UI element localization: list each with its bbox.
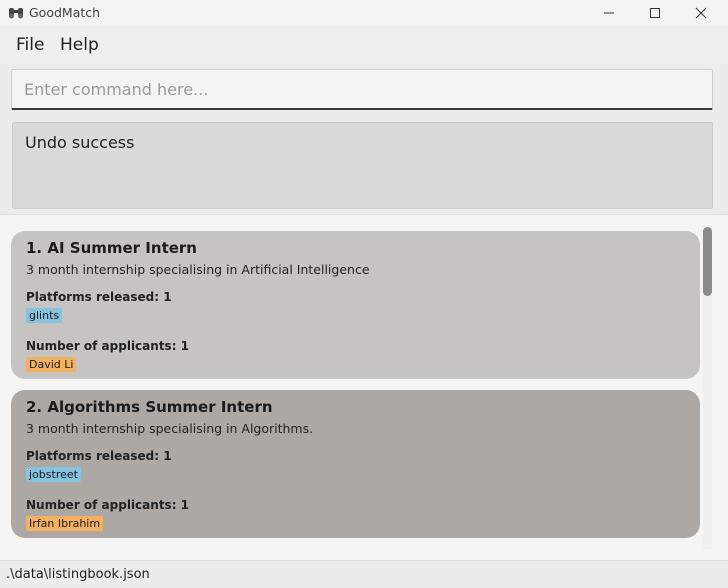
binoculars-icon: [8, 5, 24, 21]
applicants-label: Number of applicants: 1: [26, 498, 190, 512]
maximize-icon: [649, 4, 661, 23]
platforms-label: Platforms released: 1: [26, 449, 172, 463]
listing-card[interactable]: 2. Algorithms Summer Intern 3 month inte…: [11, 390, 700, 538]
scrollbar-thumb[interactable]: [703, 227, 712, 296]
applicants-label: Number of applicants: 1: [26, 339, 190, 353]
listing-card[interactable]: 1. AI Summer Intern 3 month internship s…: [11, 231, 700, 379]
menu-bar: File Help: [0, 26, 728, 64]
close-icon: [695, 4, 707, 23]
listing-title: 1. AI Summer Intern: [26, 239, 197, 257]
menu-help[interactable]: Help: [60, 35, 99, 55]
result-message: Undo success: [25, 133, 135, 152]
platform-tag: glints: [26, 308, 63, 323]
applicant-tag: Irfan Ibrahim: [26, 516, 104, 531]
platforms-label: Platforms released: 1: [26, 290, 172, 304]
applicant-tag: David Li: [26, 357, 77, 372]
maximize-button[interactable]: [632, 0, 678, 26]
close-button[interactable]: [678, 0, 724, 26]
listing-description: 3 month internship specialising in Algor…: [26, 421, 314, 436]
result-display: Undo success: [12, 122, 713, 209]
command-box: [11, 69, 713, 110]
minimize-button[interactable]: [586, 0, 632, 26]
platform-tag: jobstreet: [26, 467, 81, 482]
minimize-icon: [603, 4, 615, 23]
title-bar: GoodMatch: [0, 0, 728, 26]
listing-description: 3 month internship specialising in Artif…: [26, 262, 370, 277]
listing-list[interactable]: 1. AI Summer Intern 3 month internship s…: [0, 215, 728, 560]
command-input[interactable]: [12, 70, 712, 108]
data-file-path: .\data\listingbook.json: [6, 567, 150, 582]
menu-file[interactable]: File: [16, 35, 44, 55]
status-bar: .\data\listingbook.json: [0, 560, 728, 588]
window-title: GoodMatch: [29, 5, 101, 20]
listing-title: 2. Algorithms Summer Intern: [26, 398, 273, 416]
